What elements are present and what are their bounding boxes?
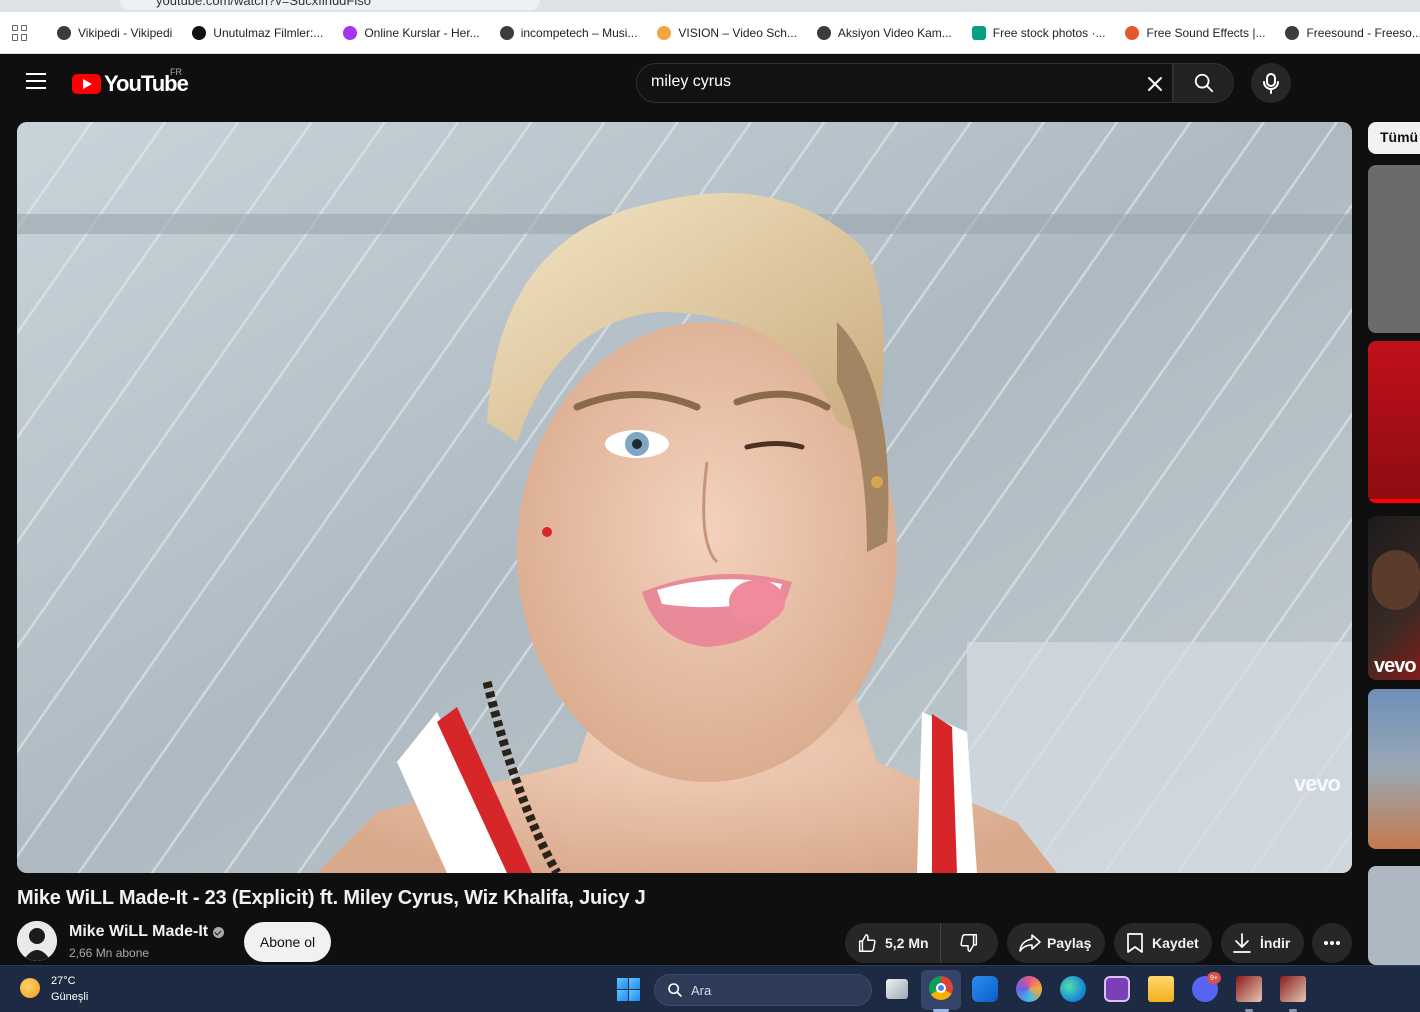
sound-effects-icon <box>1125 25 1140 40</box>
task-view-icon[interactable] <box>886 979 908 999</box>
download-button[interactable]: İndir <box>1221 923 1304 963</box>
share-button[interactable]: Paylaş <box>1007 923 1105 963</box>
watch-progress-bar <box>1368 499 1420 503</box>
microphone-icon <box>1263 73 1279 94</box>
bookmark-free-stock-photos[interactable]: Free stock photos ·... <box>971 25 1105 40</box>
bookmark-icon <box>1127 933 1143 953</box>
like-dislike-group: 5,2 Mn <box>845 923 998 963</box>
bookmark-freesound[interactable]: Freesound - Freeso... <box>1285 25 1420 40</box>
windows-start-icon[interactable] <box>617 978 640 1001</box>
channel-name[interactable]: Mike WiLL Made-It <box>69 923 225 941</box>
country-code: FR <box>170 67 182 77</box>
subscribe-button[interactable]: Abone ol <box>244 922 331 962</box>
bookmark-online-kurslar[interactable]: Online Kurslar - Her... <box>343 25 480 40</box>
youtube-header: YouTube FR <box>0 55 1420 111</box>
udemy-icon <box>343 25 358 40</box>
weather-condition: Güneşli <box>51 991 89 1003</box>
globe-icon <box>1285 25 1300 40</box>
recommended-thumbnail[interactable]: vevo <box>1368 516 1420 680</box>
search-button[interactable] <box>1173 63 1234 103</box>
video-player[interactable]: vevo <box>17 122 1352 873</box>
recommended-thumbnail[interactable] <box>1368 165 1420 333</box>
weather-temperature: 27°C <box>51 975 76 987</box>
thumbs-up-icon <box>858 934 876 952</box>
chat-bubble-icon <box>192 25 207 40</box>
game-app-icon[interactable] <box>1236 976 1262 1002</box>
pexels-icon <box>971 25 986 40</box>
notification-badge: 9+ <box>1207 972 1221 984</box>
sun-weather-icon[interactable] <box>20 978 40 998</box>
chrome-icon-center <box>936 983 946 993</box>
taskbar-search-box[interactable]: Ara <box>654 974 872 1006</box>
search-icon <box>668 983 682 997</box>
dislike-button[interactable] <box>941 923 997 963</box>
voice-search-button[interactable] <box>1251 63 1291 103</box>
bookmark-aksiyon-video[interactable]: Aksiyon Video Kam... <box>816 25 952 40</box>
bookmark-vision[interactable]: VISION – Video Sch... <box>657 25 797 40</box>
save-button[interactable]: Kaydet <box>1114 923 1212 963</box>
search-box <box>636 63 1173 103</box>
address-bar-text: youtube.com/watch?v=SucxfihudFiso <box>156 0 371 8</box>
edge-icon[interactable] <box>1060 976 1086 1002</box>
bookmarks-bar: Vikipedi - Vikipedi Unutulmaz Filmler:..… <box>0 12 1420 54</box>
bookmark-unutulmaz-filmler[interactable]: Unutulmaz Filmler:... <box>192 25 323 40</box>
verified-icon <box>213 926 225 938</box>
vevo-watermark: vevo <box>1374 655 1417 677</box>
youtube-play-icon <box>72 74 101 94</box>
channel-avatar[interactable] <box>17 921 57 961</box>
thumbnail-face <box>1372 550 1420 610</box>
recommended-thumbnail[interactable] <box>1368 866 1420 965</box>
recommended-thumbnail[interactable] <box>1368 689 1420 849</box>
apps-grid-icon[interactable] <box>12 24 27 41</box>
bookmark-vikipedi[interactable]: Vikipedi - Vikipedi <box>57 25 172 40</box>
chrome-taskbar-button[interactable] <box>921 970 961 1010</box>
file-explorer-icon[interactable] <box>1148 976 1174 1002</box>
globe-icon <box>816 25 831 40</box>
clear-search-icon[interactable] <box>1145 74 1165 94</box>
download-icon <box>1233 933 1251 953</box>
more-actions-button[interactable] <box>1312 923 1352 963</box>
avatar-image <box>17 921 57 961</box>
windows-taskbar: 27°C Güneşli Ara 9+ <box>0 965 1420 1012</box>
app-icon-purple[interactable] <box>1104 976 1130 1002</box>
vevo-watermark: vevo <box>1293 771 1341 796</box>
sparkle-icon <box>657 25 672 40</box>
more-horizontal-icon <box>1324 941 1340 945</box>
search-icon <box>1194 73 1213 93</box>
like-count: 5,2 Mn <box>885 935 929 951</box>
like-button[interactable]: 5,2 Mn <box>845 923 941 963</box>
filter-chip-all[interactable]: Tümü <box>1368 122 1420 154</box>
game-app-icon-2[interactable] <box>1280 976 1306 1002</box>
copilot-icon[interactable] <box>1016 976 1042 1002</box>
globe-icon <box>499 25 514 40</box>
search-input[interactable] <box>651 73 1121 91</box>
recommended-thumbnail[interactable] <box>1368 341 1420 503</box>
hamburger-menu-icon[interactable] <box>26 73 46 89</box>
thumbs-down-icon <box>960 934 978 952</box>
outlook-icon[interactable] <box>972 976 998 1002</box>
share-arrow-icon <box>1019 934 1041 952</box>
video-frame <box>17 122 1352 873</box>
browser-toolbar: youtube.com/watch?v=SucxfihudFiso <box>0 0 1420 12</box>
video-title: Mike WiLL Made-It - 23 (Explicit) ft. Mi… <box>17 887 646 909</box>
bookmark-free-sound-effects[interactable]: Free Sound Effects |... <box>1125 25 1265 40</box>
subscriber-count: 2,66 Mn abone <box>69 946 150 960</box>
globe-icon <box>57 25 71 40</box>
bookmark-incompetech[interactable]: incompetech – Musi... <box>499 25 637 40</box>
